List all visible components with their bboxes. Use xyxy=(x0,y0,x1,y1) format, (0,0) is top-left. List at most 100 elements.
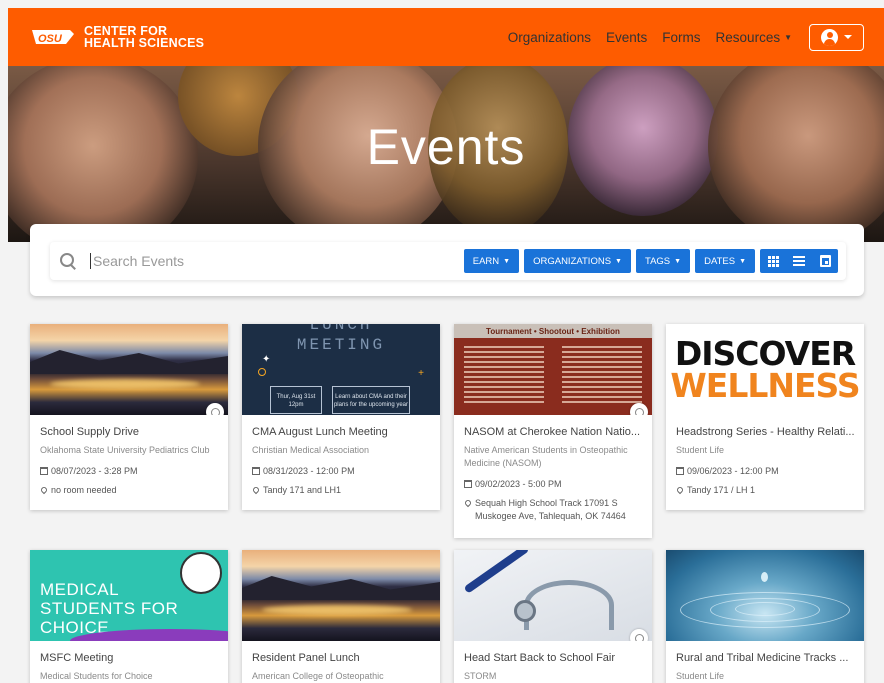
thumb-text: WELLNESS xyxy=(670,366,860,405)
calendar-icon xyxy=(252,467,260,475)
earn-filter-button[interactable]: EARN ▼ xyxy=(463,249,520,273)
list-icon xyxy=(793,256,805,266)
grid-icon xyxy=(767,255,779,267)
event-organization: Oklahoma State University Pediatrics Clu… xyxy=(40,445,210,455)
chevron-down-icon xyxy=(844,35,852,39)
thumb-text: Thur, Aug 31st 12pm xyxy=(270,386,322,414)
event-thumbnail xyxy=(242,550,440,641)
event-location: Tandy 171 and LH1 xyxy=(251,484,431,497)
logo-mark-text: OSU xyxy=(38,33,63,45)
calendar-icon xyxy=(676,467,684,475)
event-title: Head Start Back to School Fair xyxy=(464,652,616,664)
event-date: 08/31/2023 - 12:00 PM xyxy=(252,465,431,478)
event-organization: Medical Students for Choice xyxy=(40,671,153,681)
stethoscope-icon xyxy=(514,600,536,622)
main-nav: Organizations Events Forms Resources ▼ xyxy=(493,23,864,51)
event-date: 08/07/2023 - 3:28 PM xyxy=(40,465,219,478)
search-bar: EARN▼ ORGANIZATIONS▼ TAGS▼ DATES▼ xyxy=(50,242,846,280)
nav-resources[interactable]: Resources ▼ xyxy=(716,30,792,45)
osu-logo-icon: OSU xyxy=(32,30,74,45)
thumb-text: LUNCH xyxy=(309,324,373,334)
event-organization: Native American Students in Osteopathic … xyxy=(464,445,628,468)
event-organization: STORM xyxy=(464,671,497,681)
nav-resources-label: Resources xyxy=(715,29,781,45)
event-thumbnail: LUNCH MEETING ✦ + Thur, Aug 31st 12pm Le… xyxy=(242,324,440,415)
event-date: 09/02/2023 - 5:00 PM xyxy=(464,478,643,491)
event-title: CMA August Lunch Meeting xyxy=(252,426,388,438)
user-avatar-icon xyxy=(821,28,838,46)
sparkle-icon: ✦ xyxy=(262,354,271,365)
tags-filter-button[interactable]: TAGS ▼ xyxy=(635,249,691,273)
event-thumbnail: MEDICAL STUDENTS FOR CHOICE xyxy=(30,550,228,641)
event-thumbnail: DISCOVER WELLNESS xyxy=(666,324,864,415)
event-title: Resident Panel Lunch xyxy=(252,652,360,664)
chevron-down-icon: ▼ xyxy=(739,257,746,265)
logo-line-2: HEALTH SCIENCES xyxy=(84,36,205,50)
event-card[interactable]: Head Start Back to School Fair STORM xyxy=(454,550,652,683)
calendar-view-button[interactable] xyxy=(812,249,838,273)
search-icon xyxy=(60,253,76,269)
event-location-text: no room needed xyxy=(51,485,117,495)
event-title: MSFC Meeting xyxy=(40,652,114,664)
event-card[interactable]: MEDICAL STUDENTS FOR CHOICE MSFC Meeting… xyxy=(30,550,228,683)
event-card[interactable]: DISCOVER WELLNESS Headstrong Series - He… xyxy=(666,324,864,510)
calendar-icon xyxy=(40,467,48,475)
thumb-text: STUDENTS FOR xyxy=(40,599,179,618)
hero-banner: Events xyxy=(8,66,884,242)
list-view-button[interactable] xyxy=(786,249,812,273)
water-drop-icon xyxy=(761,572,768,582)
dates-filter-label: DATES xyxy=(704,255,736,267)
event-date-text: 08/31/2023 - 12:00 PM xyxy=(263,466,355,476)
chevron-down-icon: ▼ xyxy=(615,257,622,265)
event-title: Rural and Tribal Medicine Tracks ... xyxy=(676,652,849,664)
event-title: NASOM at Cherokee Nation Natio... xyxy=(464,426,641,438)
event-date-text: 09/02/2023 - 5:00 PM xyxy=(475,479,562,489)
chevron-down-icon: ▼ xyxy=(784,33,792,43)
search-panel: EARN▼ ORGANIZATIONS▼ TAGS▼ DATES▼ xyxy=(30,224,864,296)
event-thumbnail xyxy=(666,550,864,641)
location-pin-icon xyxy=(463,498,473,508)
calendar-icon xyxy=(819,255,831,267)
power-icon xyxy=(630,629,648,641)
event-date-text: 09/06/2023 - 12:00 PM xyxy=(687,466,779,476)
thumb-text: Learn about CMA and their plans for the … xyxy=(332,386,410,414)
event-card[interactable]: Rural and Tribal Medicine Tracks ... Stu… xyxy=(666,550,864,683)
event-location: Tandy 171 / LH 1 xyxy=(675,484,855,497)
event-title: Headstrong Series - Healthy Relati... xyxy=(676,426,855,438)
event-location-text: Tandy 171 / LH 1 xyxy=(687,485,756,495)
event-card[interactable]: School Supply Drive Oklahoma State Unive… xyxy=(30,324,228,510)
circle-decoration xyxy=(258,368,266,376)
organizations-filter-button[interactable]: ORGANIZATIONS ▼ xyxy=(524,249,631,273)
tags-filter-label: TAGS xyxy=(644,255,671,267)
user-menu-button[interactable] xyxy=(809,23,864,51)
nav-organizations[interactable]: Organizations xyxy=(508,30,591,45)
nav-events[interactable]: Events xyxy=(606,30,647,45)
event-organization: American College of Osteopathic xyxy=(252,671,384,681)
location-pin-icon xyxy=(39,485,49,495)
event-thumbnail xyxy=(454,550,652,641)
event-date-text: 08/07/2023 - 3:28 PM xyxy=(51,466,138,476)
dates-filter-button[interactable]: DATES ▼ xyxy=(695,249,755,273)
event-location-text: Tandy 171 and LH1 xyxy=(263,485,342,495)
page-title: Events xyxy=(366,119,526,175)
event-title: School Supply Drive xyxy=(40,426,140,438)
filter-buttons: EARN ▼ ORGANIZATIONS ▼ TAGS ▼ DATES ▼ xyxy=(463,249,838,273)
search-input[interactable] xyxy=(90,253,460,269)
event-organization: Student Life xyxy=(676,445,725,455)
thumb-text: MEETING xyxy=(296,336,386,354)
osu-chs-logo[interactable]: OSU CENTER FOR HEALTH SCIENCES xyxy=(30,25,204,49)
chevron-down-icon: ▼ xyxy=(503,257,511,265)
event-card[interactable]: Resident Panel Lunch American College of… xyxy=(242,550,440,683)
chevron-down-icon: ▼ xyxy=(674,257,682,265)
grid-view-button[interactable] xyxy=(760,249,786,273)
location-pin-icon xyxy=(251,485,261,495)
nav-forms[interactable]: Forms xyxy=(662,30,700,45)
event-card[interactable]: LUNCH MEETING ✦ + Thur, Aug 31st 12pm Le… xyxy=(242,324,440,510)
organizations-filter-label: ORGANIZATIONS xyxy=(533,255,612,267)
event-location-text: Sequah High School Track 17091 S Muskoge… xyxy=(475,498,626,521)
event-location: Sequah High School Track 17091 S Muskoge… xyxy=(463,497,643,523)
calendar-icon xyxy=(464,480,472,488)
uterus-logo-icon xyxy=(180,552,222,594)
event-card[interactable]: Tournament • Shootout • Exhibition NASOM… xyxy=(454,324,652,538)
event-date: 09/06/2023 - 12:00 PM xyxy=(676,465,855,478)
